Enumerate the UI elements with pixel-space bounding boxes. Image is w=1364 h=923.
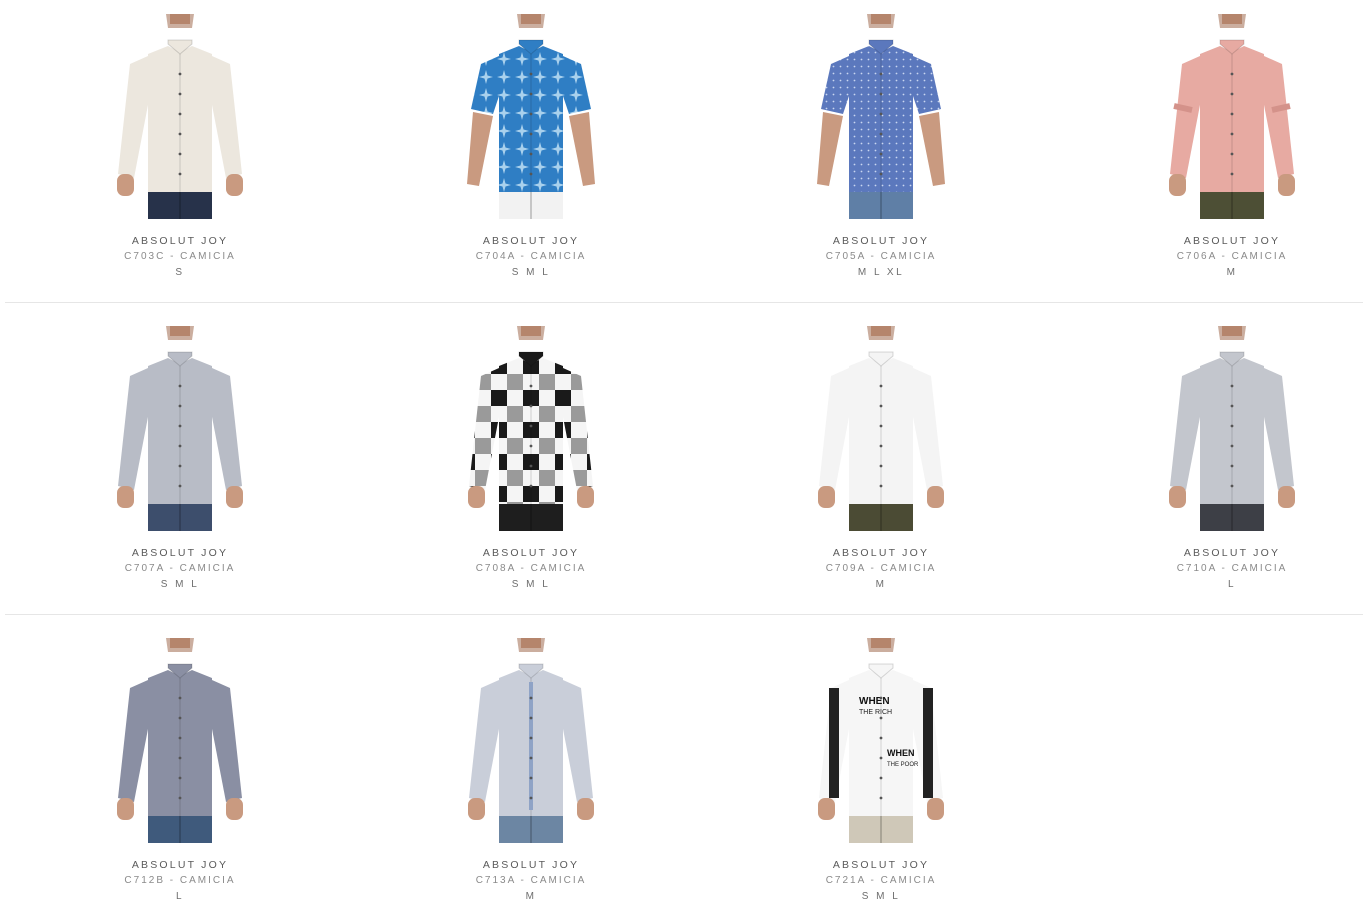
product-brand: ABSOLUT JOY (832, 235, 930, 247)
shirt-photo-light-blue-grey-long-sleeve[interactable] (459, 638, 603, 843)
product-brand: ABSOLUT JOY (832, 859, 930, 871)
product-sizes: M L XL (857, 267, 905, 278)
product-brand: ABSOLUT JOY (131, 235, 229, 247)
product-brand: ABSOLUT JOY (832, 547, 930, 559)
svg-text:THE RICH: THE RICH (859, 709, 892, 716)
product-sizes: S (175, 267, 185, 278)
product-sizes: S M L (861, 891, 901, 902)
product-brand: ABSOLUT JOY (131, 859, 229, 871)
product-code[interactable]: C703C - CAMICIA (80, 251, 280, 262)
product-card-c706a[interactable]: ABSOLUT JOY C706A - CAMICIA M (1132, 0, 1332, 290)
product-card-c703c[interactable]: ABSOLUT JOY C703C - CAMICIA S (80, 0, 280, 290)
svg-text:WHEN: WHEN (859, 696, 890, 707)
product-brand: ABSOLUT JOY (482, 859, 580, 871)
shirt-photo-blue-dotted-short-sleeve[interactable] (809, 14, 953, 219)
shirt-photo-white-print-graphic[interactable]: WHEN THE RICH WHEN THE POOR (809, 638, 953, 843)
product-brand: ABSOLUT JOY (482, 235, 580, 247)
svg-text:THE POOR: THE POOR (887, 762, 919, 768)
shirt-photo-slate-grey-long-sleeve[interactable] (108, 638, 252, 843)
product-code[interactable]: C705A - CAMICIA (781, 251, 981, 262)
product-code[interactable]: C704A - CAMICIA (431, 251, 631, 262)
product-code[interactable]: C710A - CAMICIA (1132, 563, 1332, 574)
product-card-c710a[interactable]: ABSOLUT JOY C710A - CAMICIA L (1132, 312, 1332, 602)
product-code[interactable]: C708A - CAMICIA (431, 563, 631, 574)
product-sizes: L (1227, 579, 1237, 590)
product-code[interactable]: C721A - CAMICIA (781, 875, 981, 886)
product-sizes: S M L (511, 267, 551, 278)
product-sizes: M (525, 891, 537, 902)
product-card-c712b[interactable]: ABSOLUT JOY C712B - CAMICIA L (80, 624, 280, 914)
product-code[interactable]: C706A - CAMICIA (1132, 251, 1332, 262)
product-card-c707a[interactable]: ABSOLUT JOY C707A - CAMICIA S M L (80, 312, 280, 602)
product-code[interactable]: C709A - CAMICIA (781, 563, 981, 574)
product-card-c708a[interactable]: ABSOLUT JOY C708A - CAMICIA S M L (431, 312, 631, 602)
product-sizes: S M L (160, 579, 200, 590)
product-card-c704a[interactable]: ABSOLUT JOY C704A - CAMICIA S M L (431, 0, 631, 290)
product-brand: ABSOLUT JOY (1183, 235, 1281, 247)
product-sizes: S M L (511, 579, 551, 590)
product-card-c705a[interactable]: ABSOLUT JOY C705A - CAMICIA M L XL (781, 0, 981, 290)
shirt-photo-beige-linen-long-sleeve[interactable] (108, 14, 252, 219)
row-divider (5, 614, 1363, 615)
product-brand: ABSOLUT JOY (482, 547, 580, 559)
shirt-photo-grey-long-sleeve[interactable] (108, 326, 252, 531)
product-sizes: L (175, 891, 185, 902)
product-card-c709a[interactable]: ABSOLUT JOY C709A - CAMICIA M (781, 312, 981, 602)
shirt-photo-pink-mandarin-collar[interactable] (1160, 14, 1304, 219)
product-sizes: M (875, 579, 887, 590)
shirt-photo-light-grey-mandarin-collar[interactable] (1160, 326, 1304, 531)
svg-text:WHEN: WHEN (887, 748, 915, 758)
product-code[interactable]: C713A - CAMICIA (431, 875, 631, 886)
product-code[interactable]: C707A - CAMICIA (80, 563, 280, 574)
shirt-photo-white-mandarin-collar[interactable] (809, 326, 953, 531)
product-sizes: M (1226, 267, 1238, 278)
shirt-photo-black-white-check[interactable] (459, 326, 603, 531)
product-brand: ABSOLUT JOY (131, 547, 229, 559)
shirt-photo-blue-floral-short-sleeve[interactable] (459, 14, 603, 219)
product-brand: ABSOLUT JOY (1183, 547, 1281, 559)
product-code[interactable]: C712B - CAMICIA (80, 875, 280, 886)
product-card-c721a[interactable]: WHEN THE RICH WHEN THE POOR ABSOLUT JOY C72… (781, 624, 981, 914)
product-card-c713a[interactable]: ABSOLUT JOY C713A - CAMICIA M (431, 624, 631, 914)
row-divider (5, 302, 1363, 303)
